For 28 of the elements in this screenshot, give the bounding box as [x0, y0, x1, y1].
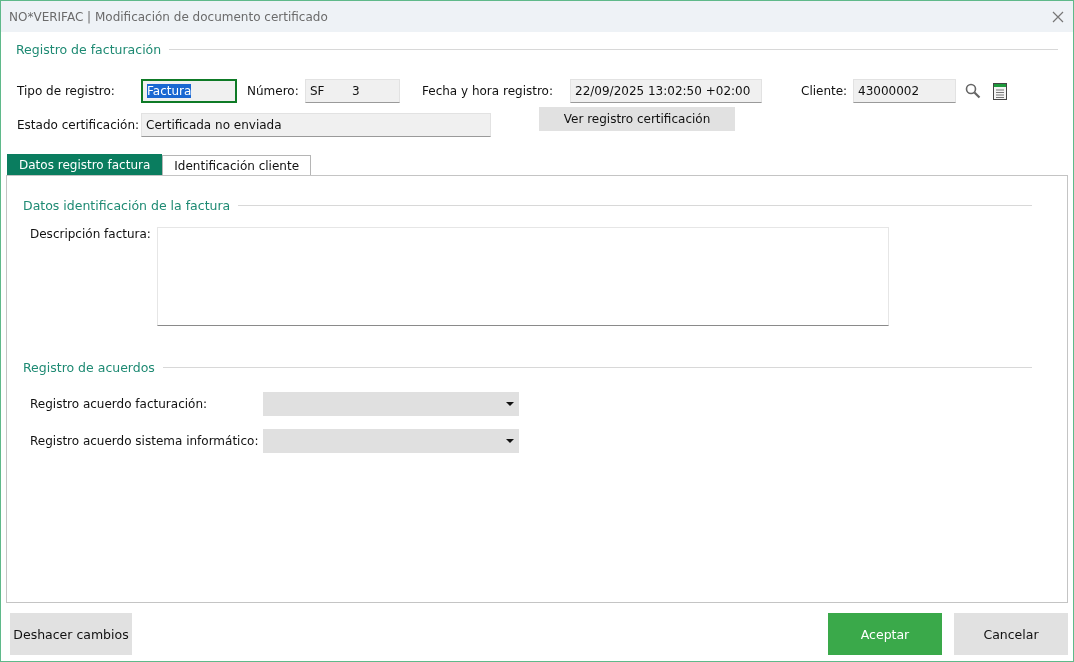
field-label: Estado certificación: — [17, 118, 141, 132]
document-icon[interactable] — [993, 82, 1007, 100]
undo-button[interactable]: Deshacer cambios — [10, 613, 132, 655]
caret-icon — [506, 402, 514, 406]
input-field[interactable]: Factura — [141, 79, 237, 103]
field-label: Fecha y hora registro: — [422, 84, 554, 98]
description-field[interactable] — [157, 227, 889, 326]
input-field[interactable]: Certificada no enviada — [141, 113, 491, 137]
section-title: Datos identificación de la factura — [23, 198, 231, 213]
view-record-button[interactable]: Ver registro certificación — [539, 107, 735, 131]
close-button[interactable] — [1051, 9, 1065, 24]
section-title: Registro de acuerdos — [23, 360, 155, 375]
field-label: Cliente: — [801, 84, 849, 98]
tab[interactable]: Datos registro factura — [7, 154, 163, 175]
field-label: Registro acuerdo sistema informático: — [30, 434, 260, 448]
window-title: NO*VERIFAC | Modificación de documento certificado — [9, 9, 328, 24]
search-icon[interactable] — [965, 83, 981, 99]
input-field[interactable]: 43000002 — [853, 79, 956, 103]
input-field[interactable]: SF 3 — [305, 79, 400, 103]
section-title: Registro de facturación — [16, 42, 162, 57]
input-field[interactable]: 22/09/2025 13:02:50 +02:00 — [570, 79, 762, 103]
caret-icon — [506, 439, 514, 443]
tab[interactable]: Identificación cliente — [162, 155, 311, 175]
field-label: Tipo de registro: — [17, 84, 116, 98]
field-label: Número: — [247, 84, 300, 98]
field-label: Registro acuerdo facturación: — [30, 397, 209, 411]
field-label: Descripción factura: — [30, 227, 152, 241]
cancel-button[interactable]: Cancelar — [954, 613, 1068, 655]
